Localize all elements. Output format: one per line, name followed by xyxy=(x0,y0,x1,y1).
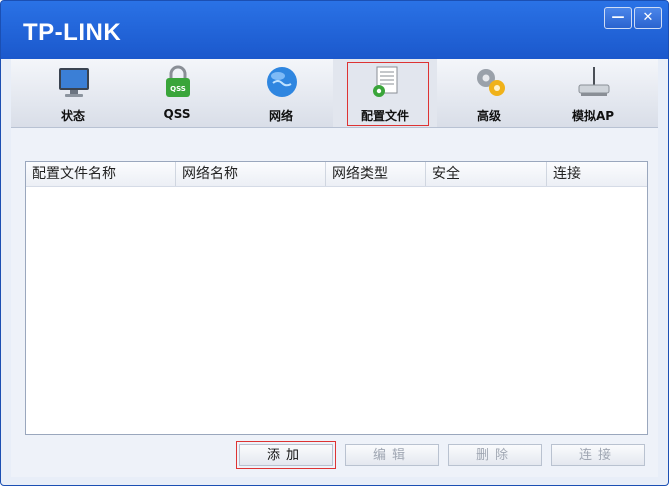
tab-advanced[interactable]: 高级 xyxy=(437,59,541,127)
tab-qss-label: QSS xyxy=(163,107,191,121)
tab-status-label: 状态 xyxy=(60,109,85,123)
edit-button[interactable]: 编辑 xyxy=(345,444,439,466)
tab-profile-label: 配置文件 xyxy=(360,109,409,123)
minimize-button[interactable]: — xyxy=(604,7,632,29)
profile-list[interactable]: 配置文件名称 网络名称 网络类型 安全 连接 xyxy=(25,161,648,435)
brand-logo: TP-LINK xyxy=(23,19,122,46)
tab-advanced-label: 高级 xyxy=(476,109,501,123)
title-bar[interactable]: TP-LINK — ✕ xyxy=(1,1,668,59)
delete-button[interactable]: 删除 xyxy=(448,444,542,466)
monitor-icon xyxy=(59,68,89,97)
column-header-network-type[interactable]: 网络类型 xyxy=(326,162,426,186)
router-icon xyxy=(578,67,610,96)
globe-icon xyxy=(267,67,297,97)
column-header-profile-name[interactable]: 配置文件名称 xyxy=(26,162,176,186)
column-header-connect[interactable]: 连接 xyxy=(547,162,647,186)
tab-network-label: 网络 xyxy=(268,109,293,123)
gears-icon xyxy=(477,69,505,96)
main-toolbar: 状态 QSS QSS 网络 配置文件 高级 模拟AP xyxy=(11,59,658,128)
profile-list-header: 配置文件名称 网络名称 网络类型 安全 连接 xyxy=(26,162,647,187)
add-button[interactable]: 添加 xyxy=(236,441,336,469)
tab-soft-ap[interactable]: 模拟AP xyxy=(541,59,645,127)
profile-document-icon xyxy=(373,66,398,97)
tab-network[interactable]: 网络 xyxy=(229,59,333,127)
connect-button[interactable]: 连接 xyxy=(551,444,645,466)
profile-panel: 配置文件名称 网络名称 网络类型 安全 连接 添加 编辑 删除 连接 xyxy=(11,128,658,477)
tab-soft-ap-label: 模拟AP xyxy=(571,109,615,123)
column-header-security[interactable]: 安全 xyxy=(426,162,547,186)
column-header-network-name[interactable]: 网络名称 xyxy=(176,162,326,186)
tab-profile[interactable]: 配置文件 xyxy=(333,59,437,127)
app-window: TP-LINK — ✕ 状态 QSS QSS 网络 配置文件 高级 模拟AP 配… xyxy=(0,0,669,486)
tab-status[interactable]: 状态 xyxy=(21,59,125,127)
tab-qss[interactable]: QSS QSS xyxy=(125,59,229,127)
qss-badge-text: QSS xyxy=(170,85,186,93)
close-icon: ✕ xyxy=(642,10,654,25)
qss-lock-icon: QSS xyxy=(166,65,190,97)
minimize-icon: — xyxy=(611,10,625,25)
close-button[interactable]: ✕ xyxy=(634,7,662,29)
